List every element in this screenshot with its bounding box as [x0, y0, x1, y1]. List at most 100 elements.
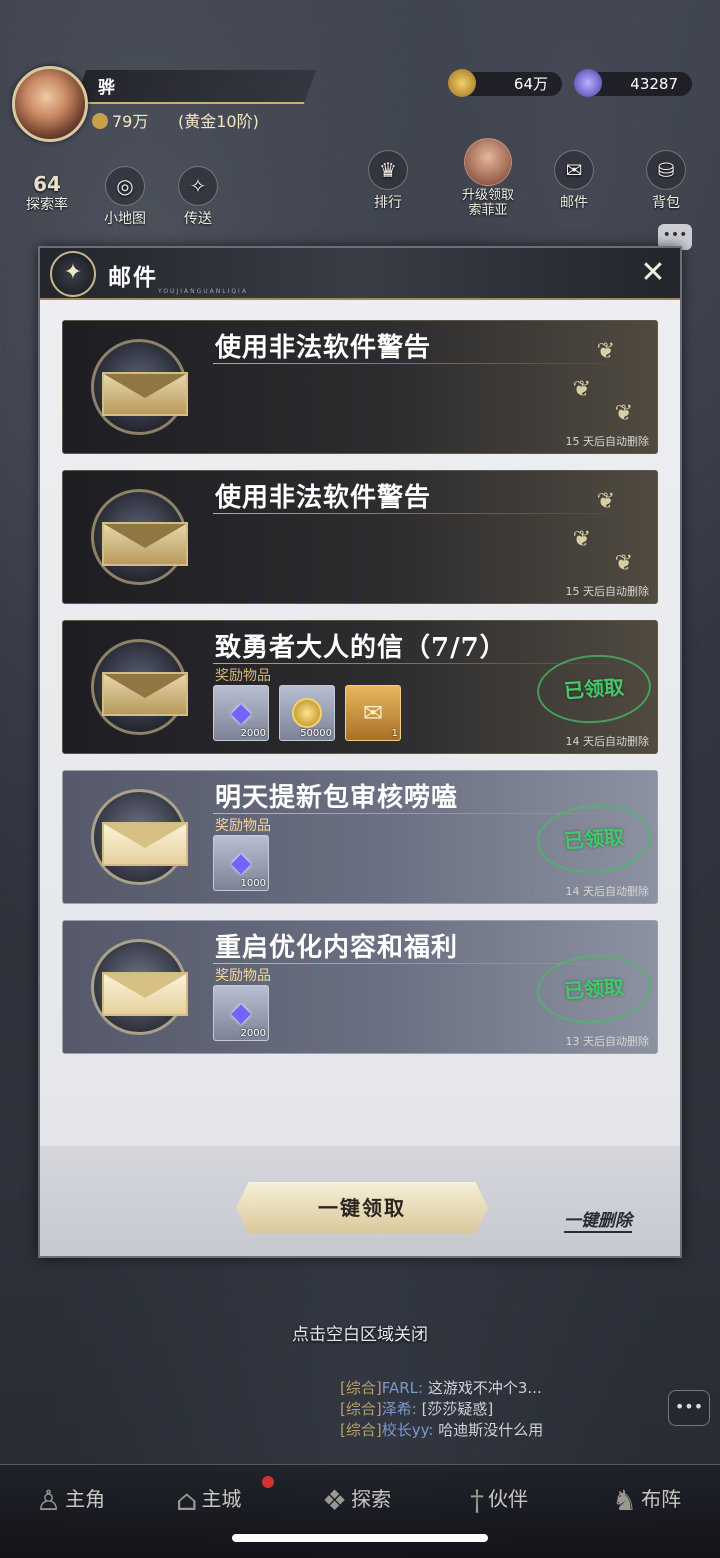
reward-label: 奖励物品: [215, 968, 271, 984]
explore-count: 64: [33, 172, 61, 196]
reward-item-coin[interactable]: 50000: [279, 685, 335, 741]
minimap-button[interactable]: ◎ 小地图: [104, 166, 146, 228]
upgrade-reward-button[interactable]: 升级领取 索菲亚: [452, 138, 524, 218]
avatar[interactable]: [12, 66, 88, 142]
reward-item-gem[interactable]: ◆ 1000: [213, 835, 269, 891]
delete-all-button[interactable]: 一键删除: [564, 1206, 632, 1233]
envelope-icon: [102, 822, 188, 866]
mail-emblem: [91, 789, 188, 885]
gem-icon: ◆: [231, 998, 251, 1028]
gem-icon: ◆: [231, 848, 251, 878]
character-portrait-icon: [464, 138, 512, 186]
mail-title: 明天提新包审核唠嗑: [215, 783, 459, 813]
mail-item[interactable]: 使用非法软件警告 ❦ ❦ ❦ 15 天后自动删除: [62, 320, 658, 454]
ranking-button[interactable]: ♛ 排行: [368, 150, 408, 212]
mail-button[interactable]: ✉ 邮件: [554, 150, 594, 212]
chat-line: [综合]校长yy: 哈迪斯没什么用: [340, 1420, 716, 1441]
chat-open-icon[interactable]: •••: [668, 1390, 710, 1426]
ranking-label: 排行: [374, 195, 402, 211]
claim-all-button[interactable]: 一键领取: [236, 1182, 488, 1234]
butterfly-icon: ❦: [614, 551, 633, 576]
chat-feed[interactable]: [综合]FARL: 这游戏不冲个3... [综合]泽希: [莎莎疑惑] [综合]…: [340, 1378, 716, 1442]
reward-items: ◆ 2000 50000 ✉ 1: [213, 685, 401, 741]
mail-expire: 14 天后自动删除: [565, 885, 650, 898]
chat-line: [综合]泽希: [莎莎疑惑]: [340, 1399, 716, 1420]
nav-formation-label: 布阵: [641, 1487, 682, 1511]
mail-item[interactable]: 致勇者大人的信（7/7） 奖励物品 ◆ 2000 50000 ✉ 1 已领取 14 …: [62, 620, 658, 754]
explore-rate-button[interactable]: 64 探索率: [26, 172, 68, 214]
butterfly-icon: ❦: [572, 377, 591, 402]
mail-title: 致勇者大人的信（7/7）: [215, 633, 507, 663]
gem-counter[interactable]: 43287: [574, 69, 692, 97]
item-qty: 1000: [240, 878, 266, 889]
winged-emblem-icon: ❖: [322, 1484, 348, 1517]
mail-item[interactable]: 使用非法软件警告 ❦ ❦ ❦ 15 天后自动删除: [62, 470, 658, 604]
reward-items: ◆ 1000: [213, 835, 269, 891]
close-icon[interactable]: ✕: [636, 257, 670, 291]
chat-text: 哈迪斯没什么用: [438, 1421, 544, 1439]
mail-item[interactable]: 明天提新包审核唠嗑 奖励物品 ◆ 1000 已领取 14 天后自动删除: [62, 770, 658, 904]
reward-item-gem[interactable]: ◆ 2000: [213, 985, 269, 1041]
nav-hero[interactable]: ♙ 主角: [36, 1483, 105, 1517]
sword-icon: †: [470, 1484, 484, 1517]
mail-title: 重启优化内容和福利: [215, 933, 459, 963]
power-icon: [92, 113, 108, 129]
gold-counter[interactable]: 64万: [448, 69, 562, 97]
mail-label: 邮件: [560, 195, 588, 211]
chat-sender: FARL:: [381, 1379, 424, 1397]
emblem-icon: [50, 251, 96, 297]
mail-item[interactable]: 重启优化内容和福利 奖励物品 ◆ 2000 已领取 13 天后自动删除: [62, 920, 658, 1054]
envelope-icon: [102, 672, 188, 716]
butterfly-icon: ❦: [596, 339, 615, 364]
item-qty: 50000: [300, 728, 332, 739]
nav-city-label: 主城: [201, 1487, 242, 1511]
player-name: 骅: [98, 78, 115, 98]
teleport-button[interactable]: ✧ 传送: [178, 166, 218, 228]
gold-value: 64万: [513, 75, 548, 93]
nav-explore-label: 探索: [351, 1487, 392, 1511]
swirl-icon: ◎: [105, 166, 145, 206]
mail-emblem: [91, 939, 188, 1035]
chat-channel: [综合]: [340, 1379, 382, 1397]
nav-city[interactable]: ⌂ 主城: [176, 1483, 241, 1517]
chess-knight-icon: ♞: [612, 1484, 638, 1517]
item-qty: 1: [391, 728, 398, 739]
home-indicator[interactable]: [232, 1534, 488, 1542]
panel-title: 邮件: [108, 265, 158, 291]
castle-gate-icon: ⌂: [176, 1484, 198, 1517]
mail-title: 使用非法软件警告: [215, 483, 432, 513]
bottom-nav: ♙ 主角 ⌂ 主城 ❖ 探索 † 伙伴 ♞ 布阵: [0, 1464, 720, 1558]
reward-item-gem[interactable]: ◆ 2000: [213, 685, 269, 741]
power-text: 79万: [112, 112, 149, 131]
bag-label: 背包: [652, 195, 680, 211]
nav-formation[interactable]: ♞ 布阵: [612, 1483, 681, 1517]
notification-badge: [262, 1476, 274, 1488]
mail-emblem: [91, 639, 188, 735]
nav-hero-label: 主角: [65, 1487, 106, 1511]
rank-text: (黄金10阶): [178, 112, 259, 131]
chat-channel: [综合]: [340, 1400, 382, 1418]
mail-title: 使用非法软件警告: [215, 333, 432, 363]
upgrade-label-2: 索菲亚: [468, 203, 508, 218]
chat-text: [莎莎疑惑]: [421, 1400, 494, 1418]
gem-icon: ◆: [231, 698, 251, 728]
envelope-icon: ✉: [554, 150, 594, 190]
close-hint[interactable]: 点击空白区域关闭: [0, 1320, 720, 1345]
chat-sender: 泽希:: [381, 1400, 417, 1418]
chat-sender: 校长yy:: [381, 1421, 434, 1439]
bag-button[interactable]: ⛁ 背包: [646, 150, 686, 212]
nav-partner[interactable]: † 伙伴: [470, 1483, 528, 1517]
envelope-icon: [102, 972, 188, 1016]
mail-emblem: [91, 339, 188, 435]
butterfly-icon: ❦: [572, 527, 591, 552]
teleport-label: 传送: [184, 211, 212, 227]
mail-expire: 13 天后自动删除: [565, 1035, 650, 1048]
bag-icon: ⛁: [646, 150, 686, 190]
reward-item-scroll[interactable]: ✉ 1: [345, 685, 401, 741]
explore-label: 探索率: [26, 197, 68, 213]
mail-expire: 15 天后自动删除: [565, 435, 650, 448]
gem-icon: [574, 69, 602, 97]
crown-icon: ♛: [368, 150, 408, 190]
mail-panel-header: 邮件 YOUJIANGUANLIQIA ✕: [40, 248, 680, 300]
nav-explore[interactable]: ❖ 探索: [322, 1483, 391, 1517]
